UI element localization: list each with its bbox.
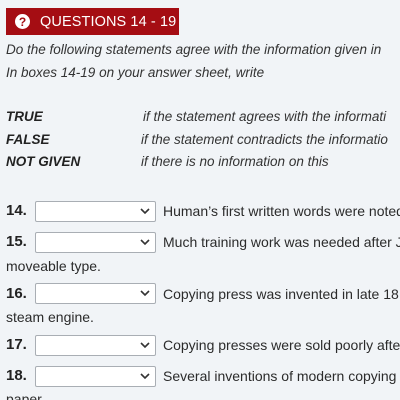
question-text-18-continued: paper bbox=[6, 391, 42, 400]
chevron-down-icon bbox=[140, 208, 150, 215]
legend-key-not-given: NOT GIVEN bbox=[6, 154, 81, 169]
instruction-line-1: Do the following statements agree with t… bbox=[6, 42, 382, 57]
chevron-down-icon bbox=[140, 373, 150, 380]
answer-select-18[interactable] bbox=[35, 366, 156, 387]
question-text-15-continued: moveable type. bbox=[6, 258, 101, 274]
legend-desc-false: if the statement contradicts the informa… bbox=[141, 132, 388, 147]
instruction-line-2: In boxes 14-19 on your answer sheet, wri… bbox=[6, 65, 265, 80]
questions-title: QUESTIONS 14 - 19 bbox=[40, 13, 177, 30]
question-text-18: Several inventions of modern copying bbox=[163, 368, 397, 384]
question-text-16: Copying press was invented in late 18 bbox=[163, 286, 399, 302]
question-number-15: 15. bbox=[6, 233, 27, 250]
answer-select-17[interactable] bbox=[35, 335, 156, 356]
question-number-18: 18. bbox=[6, 367, 27, 384]
answer-select-14[interactable] bbox=[35, 201, 156, 222]
legend-key-true: TRUE bbox=[6, 109, 43, 124]
answer-select-16[interactable] bbox=[35, 283, 156, 304]
question-text-14: Human’s first written words were noted bbox=[163, 203, 400, 219]
chevron-down-icon bbox=[140, 342, 150, 349]
question-number-16: 16. bbox=[6, 285, 27, 302]
chevron-down-icon bbox=[140, 239, 150, 246]
answer-select-15[interactable] bbox=[35, 232, 156, 253]
question-text-16-continued: steam engine. bbox=[6, 309, 94, 325]
question-text-17: Copying presses were sold poorly afte bbox=[163, 337, 400, 353]
question-text-15: Much training work was needed after J bbox=[163, 234, 400, 250]
legend-key-false: FALSE bbox=[6, 132, 50, 147]
question-number-14: 14. bbox=[6, 202, 27, 219]
legend-desc-true: if the statement agrees with the informa… bbox=[143, 109, 387, 124]
questions-header: ? QUESTIONS 14 - 19 bbox=[6, 8, 179, 35]
chevron-down-icon bbox=[140, 290, 150, 297]
help-circle-icon: ? bbox=[15, 14, 30, 29]
question-number-17: 17. bbox=[6, 336, 27, 353]
legend-desc-not-given: if there is no information on this bbox=[141, 154, 329, 169]
question-page: ? QUESTIONS 14 - 19 Do the following sta… bbox=[0, 0, 400, 400]
